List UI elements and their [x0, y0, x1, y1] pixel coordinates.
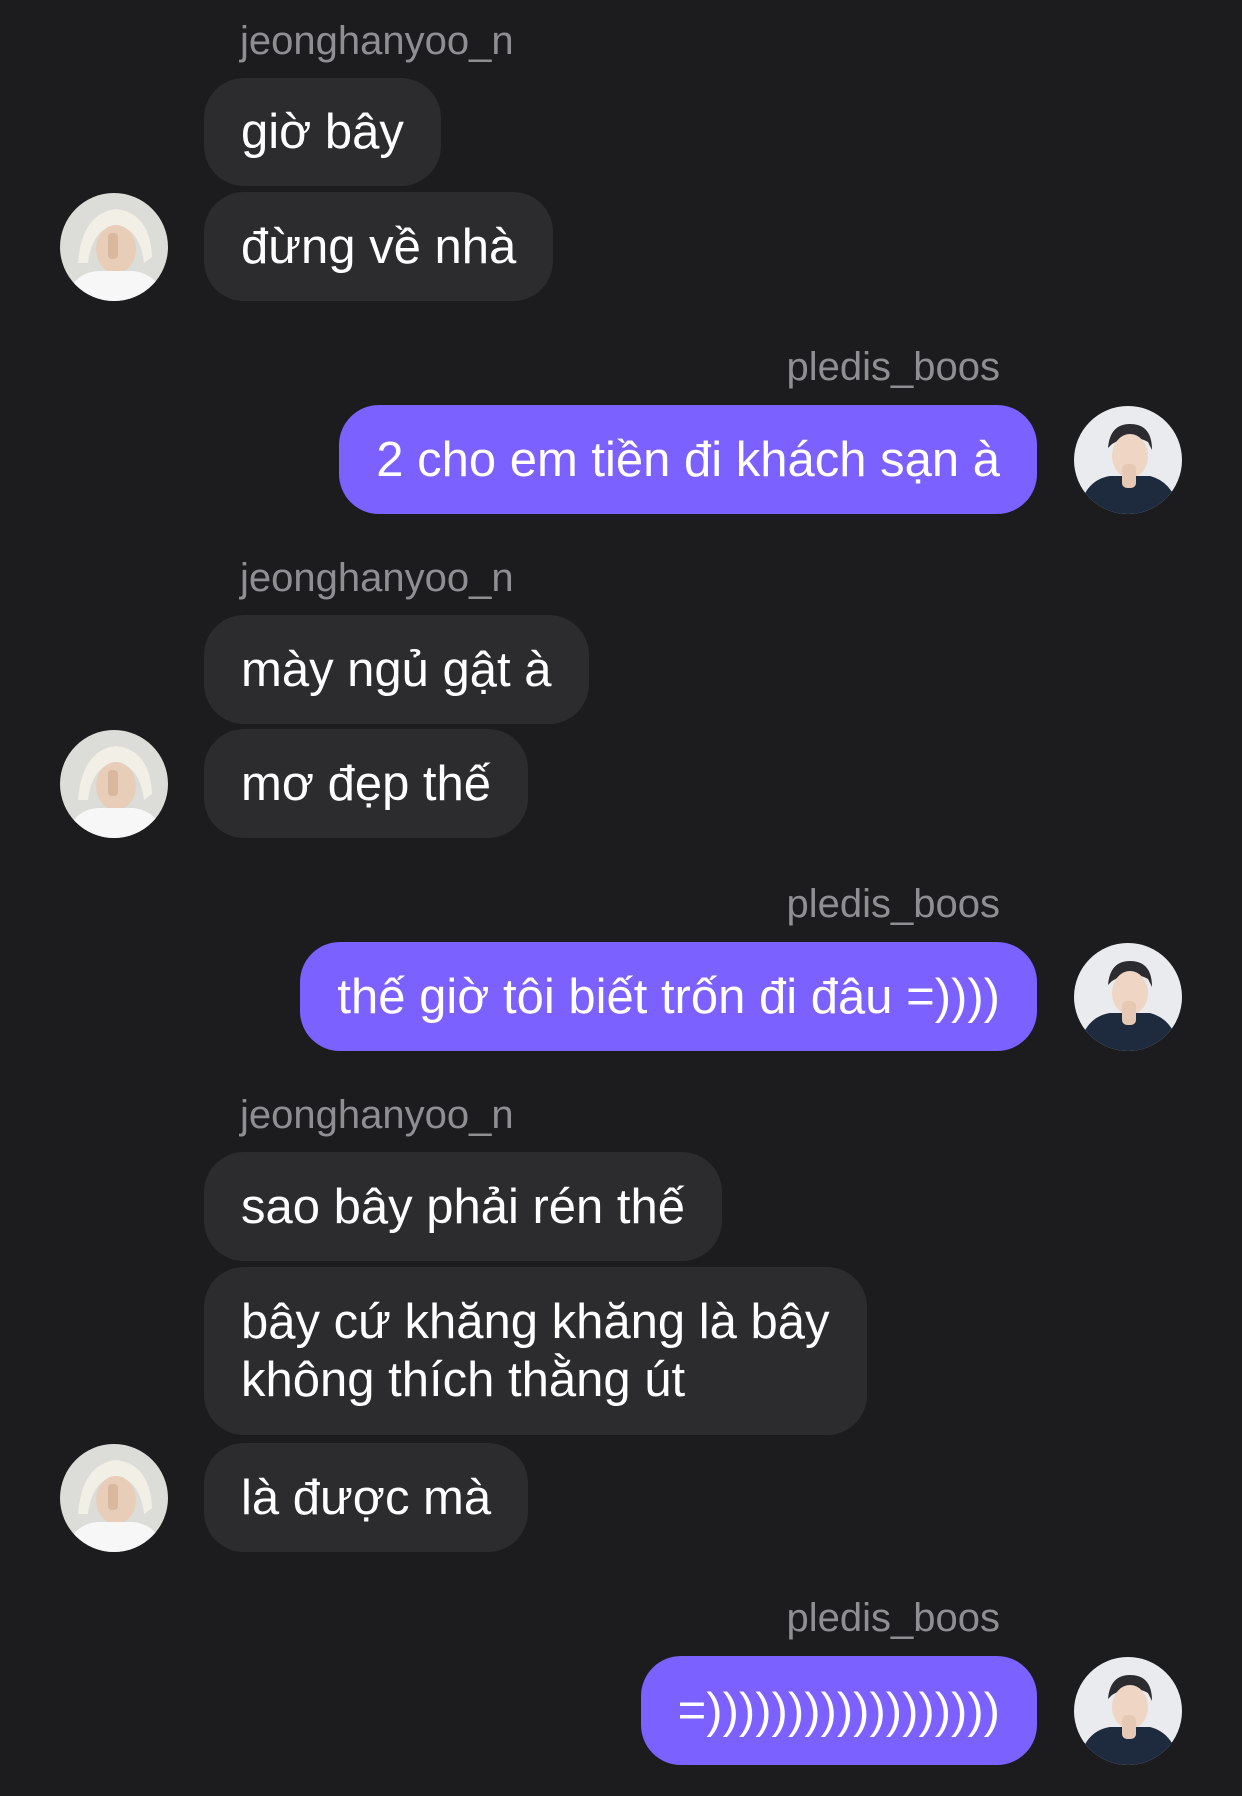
incoming-message-bubble[interactable]: mơ đẹp thế [204, 729, 529, 838]
message-text: 2 cho em tiền đi khách sạn à [376, 432, 1000, 487]
message-text: =)))))))))))))))))) [677, 1683, 1000, 1738]
user-avatar-icon [60, 730, 168, 838]
outgoing-message-bubble[interactable]: =)))))))))))))))))) [640, 1656, 1037, 1765]
incoming-message-bubble[interactable]: bây cứ khăng khăng là bây không thích th… [204, 1267, 867, 1435]
message-text: mơ đẹp thế [241, 756, 492, 811]
sender-name-jeonghanyoo-n: jeonghanyoo_n [240, 556, 514, 600]
message-text-line-1: bây cứ khăng khăng là bây [241, 1295, 830, 1349]
user-avatar-icon [60, 1444, 168, 1552]
message-text: đừng về nhà [241, 219, 517, 274]
jeonghanyoo-n-avatar[interactable] [60, 193, 168, 301]
incoming-message-bubble[interactable]: đừng về nhà [204, 192, 554, 301]
sender-name-pledis-boos: pledis_boos [786, 882, 1001, 926]
message-text: là được mà [241, 1470, 492, 1525]
user-avatar-icon [1074, 943, 1182, 1051]
pledis-boos-avatar[interactable] [1074, 406, 1182, 514]
sender-name-pledis-boos: pledis_boos [786, 345, 1001, 389]
user-avatar-icon [1074, 1657, 1182, 1765]
jeonghanyoo-n-avatar[interactable] [60, 1444, 168, 1552]
message-text-line-2: không thích thằng út [241, 1353, 686, 1407]
message-text: mày ngủ gật à [241, 642, 552, 697]
message-text: giờ bây [241, 105, 404, 159]
pledis-boos-avatar[interactable] [1074, 943, 1182, 1051]
outgoing-message-bubble[interactable]: thế giờ tôi biết trốn đi đâu =)))) [300, 942, 1037, 1051]
sender-name-jeonghanyoo-n: jeonghanyoo_n [240, 19, 514, 63]
incoming-message-bubble[interactable]: giờ bây [204, 78, 441, 186]
user-avatar-icon [1074, 406, 1182, 514]
pledis-boos-avatar[interactable] [1074, 1657, 1182, 1765]
sender-name-pledis-boos: pledis_boos [786, 1596, 1001, 1640]
incoming-message-bubble[interactable]: mày ngủ gật à [204, 615, 589, 724]
incoming-message-bubble[interactable]: sao bây phải rén thế [204, 1152, 723, 1261]
jeonghanyoo-n-avatar[interactable] [60, 730, 168, 838]
outgoing-message-bubble[interactable]: 2 cho em tiền đi khách sạn à [339, 405, 1037, 514]
message-text: thế giờ tôi biết trốn đi đâu =)))) [337, 969, 1000, 1024]
incoming-message-bubble[interactable]: là được mà [204, 1443, 529, 1552]
message-text: sao bây phải rén thế [241, 1179, 686, 1234]
user-avatar-icon [60, 193, 168, 301]
sender-name-jeonghanyoo-n: jeonghanyoo_n [240, 1093, 514, 1137]
